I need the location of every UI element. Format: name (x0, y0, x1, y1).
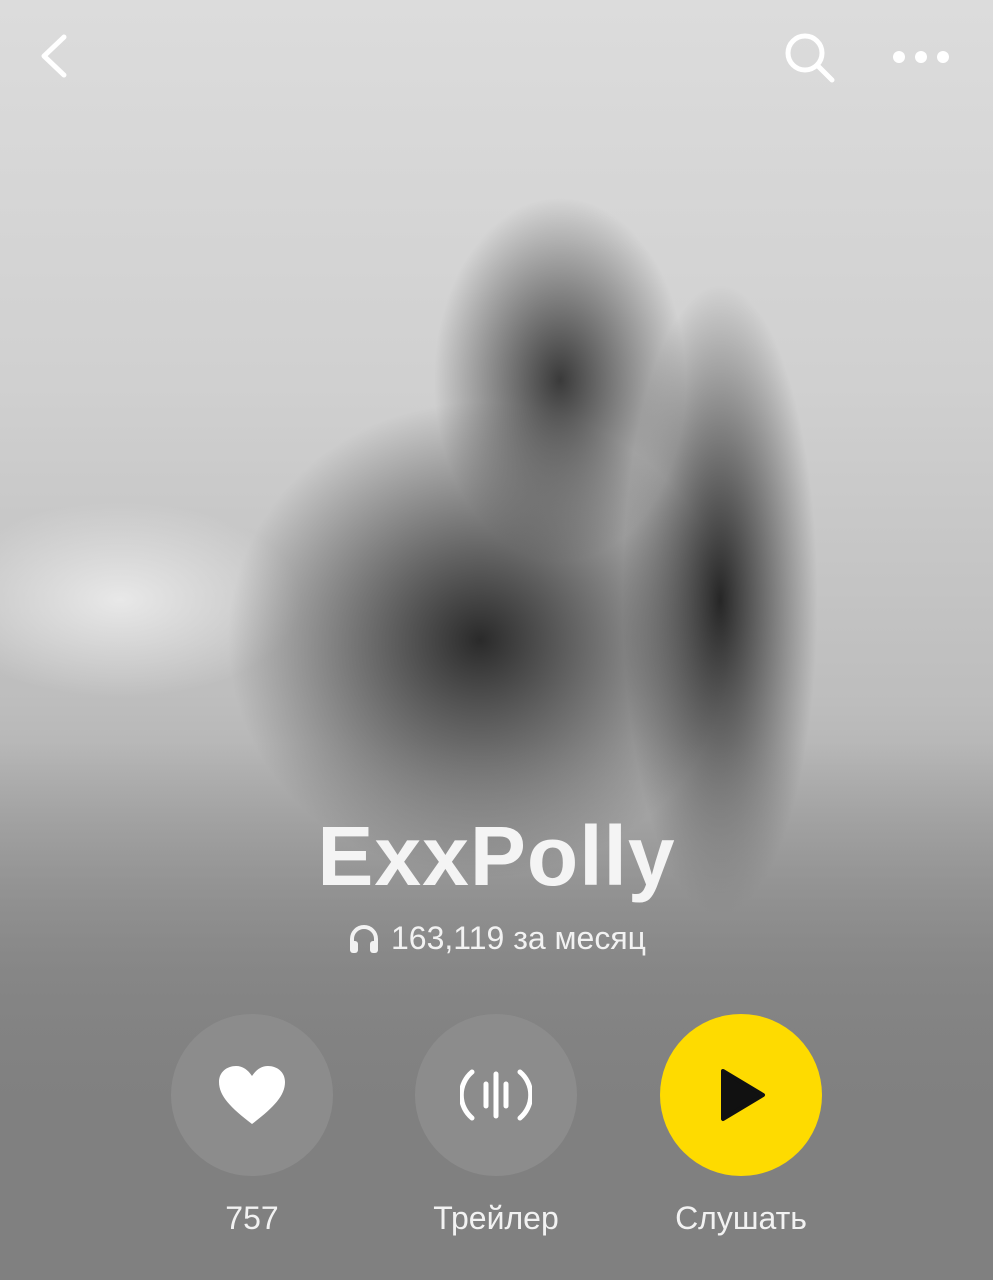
monthly-listeners: 163,119 за месяц (0, 920, 993, 957)
search-button[interactable] (776, 24, 842, 90)
play-label: Слушать (675, 1200, 807, 1236)
trailer-button[interactable] (415, 1014, 577, 1176)
back-button[interactable] (22, 24, 86, 88)
like-button[interactable] (171, 1014, 333, 1176)
artist-name: ExxPolly (317, 809, 676, 903)
waveform-icon (460, 1069, 532, 1121)
top-bar (0, 0, 993, 120)
trailer-label: Трейлер (433, 1200, 559, 1236)
trailer-action: Трейлер (396, 1014, 596, 1237)
chevron-left-icon (41, 34, 67, 78)
action-bar: 757 Трейлер Слушать (0, 1014, 993, 1254)
heart-icon (219, 1066, 285, 1124)
play-action: Слушать (641, 1014, 841, 1237)
headphones-icon (350, 924, 378, 953)
play-button[interactable] (660, 1014, 822, 1176)
more-options-button[interactable] (884, 24, 958, 90)
like-action: 757 (152, 1014, 352, 1237)
listeners-count: 163,119 за месяц (391, 920, 646, 956)
play-icon (721, 1069, 765, 1121)
like-count: 757 (225, 1200, 279, 1236)
search-icon (785, 33, 835, 83)
more-horizontal-icon (893, 51, 949, 63)
